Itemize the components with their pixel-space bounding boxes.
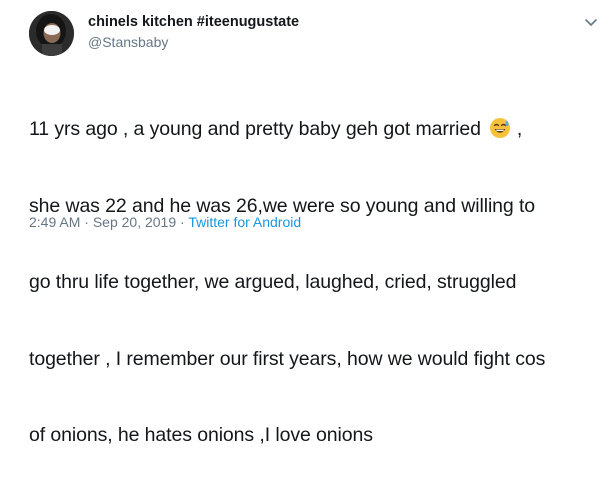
tweet-text: 11 yrs ago , a young and pretty baby geh… (29, 66, 604, 492)
avatar[interactable] (29, 11, 74, 56)
tweet-text-line: 11 yrs ago , a young and pretty baby geh… (29, 117, 523, 140)
meta-separator: · (176, 214, 189, 230)
tweet-text-line: together , I remember our first years, h… (29, 347, 546, 370)
tweet-meta: 2:49 AM · Sep 20, 2019 · Twitter for And… (29, 213, 301, 231)
tweet-text-line: of onions, he hates onions ,I love onion… (29, 424, 373, 446)
user-handle[interactable]: @Stansbaby (88, 33, 299, 52)
tweet-time[interactable]: 2:49 AM (29, 214, 80, 230)
chevron-down-icon[interactable] (583, 14, 599, 30)
display-name[interactable]: chinels kitchen #iteenugustate (88, 13, 299, 31)
tweet-source-link[interactable]: Twitter for Android (188, 214, 301, 230)
grinning-face-with-sweat-emoji (489, 117, 511, 139)
meta-separator: · (80, 214, 93, 230)
tweet-card: chinels kitchen #iteenugustate @Stansbab… (0, 0, 612, 446)
tweet-date[interactable]: Sep 20, 2019 (93, 214, 176, 230)
avatar-image (29, 11, 74, 56)
tweet-author: chinels kitchen #iteenugustate @Stansbab… (88, 13, 299, 52)
tweet-text-line: go thru life together, we argued, laughe… (29, 271, 517, 293)
